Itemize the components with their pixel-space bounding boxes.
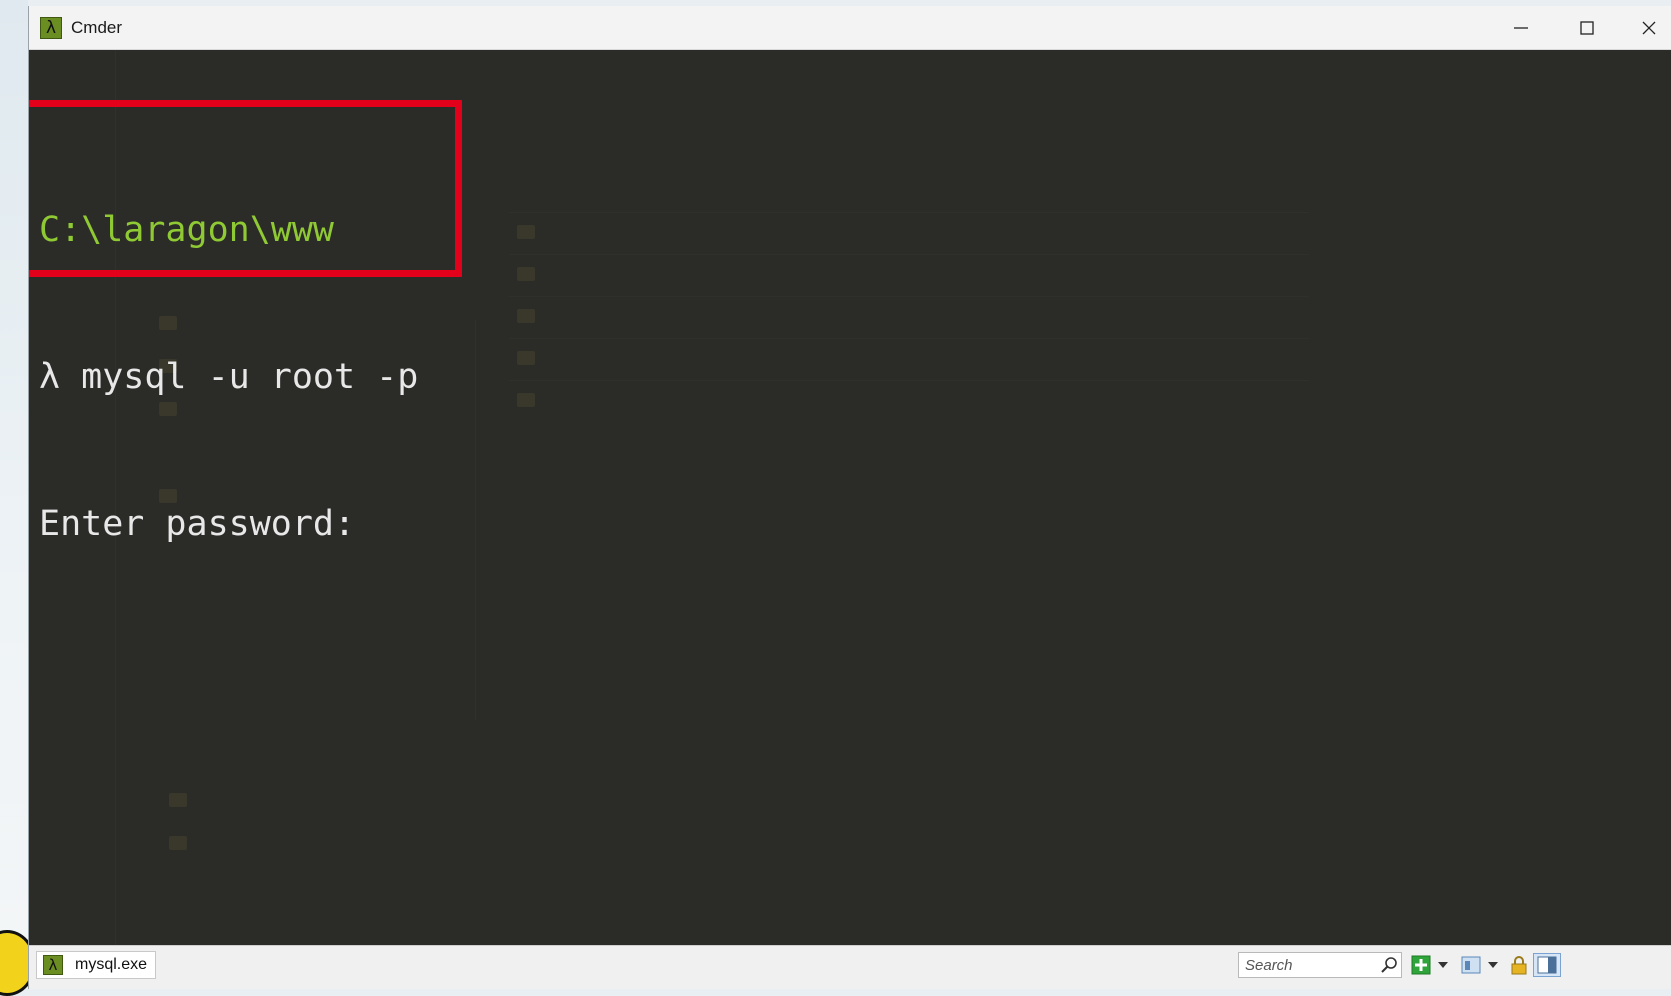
minimize-icon <box>1514 27 1528 29</box>
background-folder-icon <box>517 267 535 281</box>
maximize-button[interactable] <box>1555 6 1619 50</box>
tab-label: mysql.exe <box>75 956 148 973</box>
close-icon <box>1642 21 1656 35</box>
search-input[interactable] <box>1239 953 1375 977</box>
search-box[interactable] <box>1238 952 1402 978</box>
new-console-dropdown[interactable] <box>1435 953 1451 977</box>
lock-icon <box>1511 956 1527 975</box>
pane-layout-icon <box>1537 956 1557 974</box>
search-icon[interactable] <box>1379 955 1399 975</box>
background-folder-icon <box>169 793 187 807</box>
maximize-icon <box>1580 21 1594 35</box>
split-view-button[interactable] <box>1459 953 1483 977</box>
window-title: Cmder <box>71 18 123 37</box>
dropdown-arrow-icon <box>1488 962 1498 968</box>
lambda-icon: λ <box>43 955 63 975</box>
console-password-prompt: Enter password: <box>39 504 356 544</box>
background-row-line <box>509 212 1309 213</box>
cmder-window: λ Cmder C:\laragon\www λ mysql -u root -… <box>28 6 1671 989</box>
title-bar: λ Cmder <box>29 6 1671 50</box>
background-folder-icon <box>169 836 187 850</box>
new-console-icon <box>1411 955 1431 975</box>
new-console-button[interactable] <box>1409 953 1433 977</box>
lambda-icon: λ <box>40 17 62 39</box>
status-bar: λ mysql.exe <box>29 945 1671 989</box>
console-area[interactable]: C:\laragon\www λ mysql -u root -p Enter … <box>29 50 1671 945</box>
desktop-background <box>0 0 28 989</box>
background-divider <box>475 320 476 720</box>
background-row-line <box>509 296 1309 297</box>
red-highlight-annotation <box>29 100 462 277</box>
console-command-line: λ mysql -u root -p <box>39 357 419 397</box>
split-view-icon <box>1461 956 1481 974</box>
background-row-line <box>509 338 1309 339</box>
background-row-line <box>509 380 1309 381</box>
close-button[interactable] <box>1617 6 1671 50</box>
lock-button[interactable] <box>1507 953 1531 977</box>
minimize-button[interactable] <box>1489 6 1553 50</box>
background-folder-icon <box>517 351 535 365</box>
pane-layout-button[interactable] <box>1533 953 1561 977</box>
background-folder-icon <box>517 225 535 239</box>
dropdown-arrow-icon <box>1438 962 1448 968</box>
console-tab[interactable]: λ mysql.exe <box>36 951 156 979</box>
background-folder-icon <box>517 393 535 407</box>
background-folder-icon <box>517 309 535 323</box>
split-view-dropdown[interactable] <box>1485 953 1501 977</box>
background-row-line <box>509 254 1309 255</box>
